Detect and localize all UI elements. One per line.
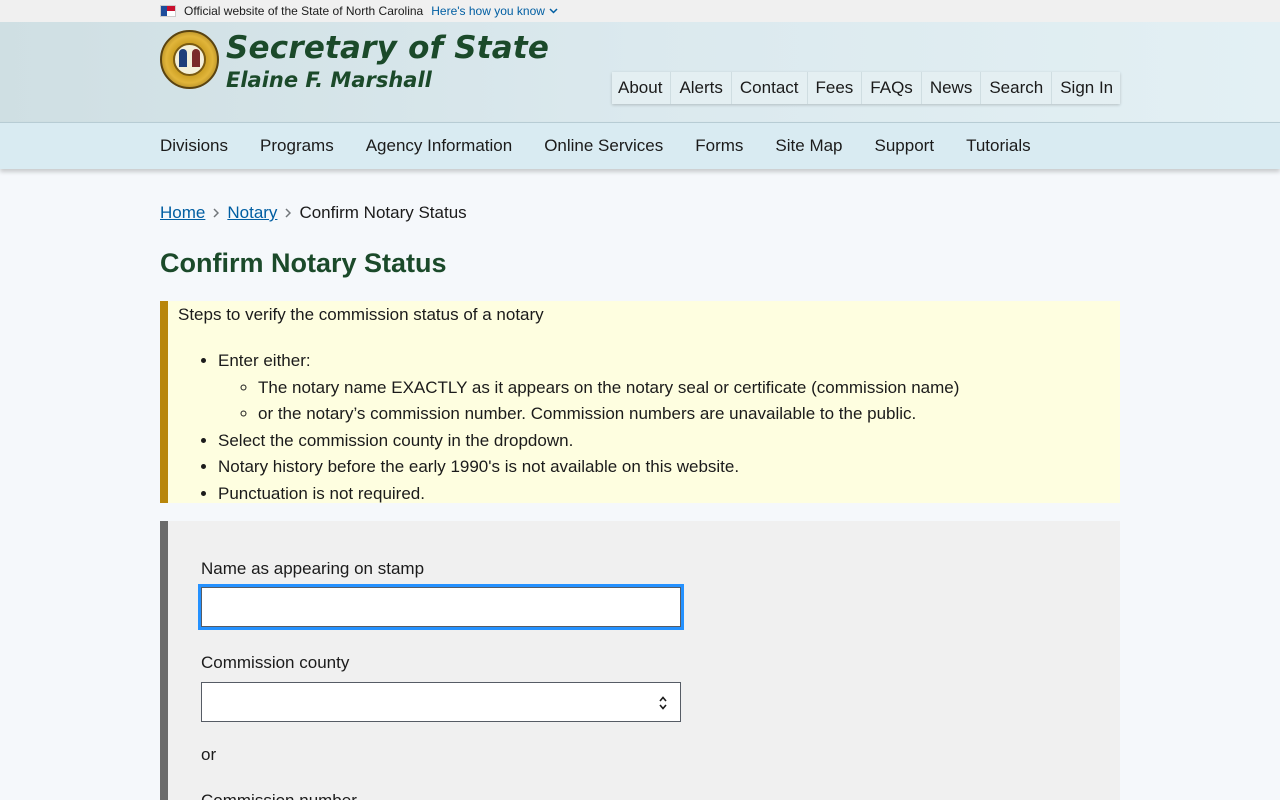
main-nav-programs[interactable]: Programs bbox=[260, 123, 334, 169]
instructions-list: Enter either: The notary name EXACTLY as… bbox=[178, 348, 1110, 507]
breadcrumb: Home Notary Confirm Notary Status bbox=[160, 202, 467, 224]
util-nav-fees[interactable]: Fees bbox=[808, 72, 863, 104]
util-nav-faqs[interactable]: FAQs bbox=[862, 72, 922, 104]
list-item: Enter either: The notary name EXACTLY as… bbox=[218, 348, 1110, 428]
breadcrumb-home[interactable]: Home bbox=[160, 203, 205, 223]
how-you-know-label: Here's how you know bbox=[431, 4, 545, 18]
page-title: Confirm Notary Status bbox=[160, 248, 447, 278]
chevron-right-icon bbox=[213, 208, 220, 218]
main-nav: Divisions Programs Agency Information On… bbox=[0, 122, 1280, 169]
select-arrows-icon bbox=[659, 696, 667, 710]
main-nav-online-services[interactable]: Online Services bbox=[544, 123, 663, 169]
nc-state-seal-icon[interactable] bbox=[160, 30, 219, 89]
list-item: Punctuation is not required. bbox=[218, 481, 1110, 508]
util-nav-sign-in[interactable]: Sign In bbox=[1052, 72, 1115, 104]
site-header: Secretary of State Elaine F. Marshall Ab… bbox=[0, 22, 1280, 122]
list-item: The notary name EXACTLY as it appears on… bbox=[258, 375, 1110, 402]
chevron-right-icon bbox=[285, 208, 292, 218]
main-nav-divisions[interactable]: Divisions bbox=[160, 123, 228, 169]
official-banner: Official website of the State of North C… bbox=[0, 0, 1280, 22]
main-nav-site-map[interactable]: Site Map bbox=[775, 123, 842, 169]
list-item: Notary history before the early 1990's i… bbox=[218, 454, 1110, 481]
utility-nav: About Alerts Contact Fees FAQs News Sear… bbox=[612, 72, 1120, 104]
list-item: or the notary’s commission number. Commi… bbox=[258, 401, 1110, 428]
instructions-intro: Steps to verify the commission status of… bbox=[178, 305, 544, 324]
county-field-label: Commission county bbox=[201, 653, 350, 672]
main-nav-agency-information[interactable]: Agency Information bbox=[366, 123, 512, 169]
name-on-stamp-input[interactable] bbox=[198, 584, 684, 630]
main-nav-tutorials[interactable]: Tutorials bbox=[966, 123, 1031, 169]
chevron-down-icon bbox=[549, 8, 558, 14]
util-nav-search[interactable]: Search bbox=[981, 72, 1053, 104]
commission-number-label: Commission number bbox=[201, 791, 357, 800]
breadcrumb-current: Confirm Notary Status bbox=[299, 203, 467, 222]
official-text: Official website of the State of North C… bbox=[184, 4, 424, 18]
util-nav-contact[interactable]: Contact bbox=[732, 72, 808, 104]
or-separator: or bbox=[201, 745, 217, 764]
commission-county-select[interactable] bbox=[201, 682, 681, 722]
util-nav-alerts[interactable]: Alerts bbox=[671, 72, 732, 104]
util-nav-news[interactable]: News bbox=[922, 72, 982, 104]
site-subtitle: Elaine F. Marshall bbox=[226, 68, 432, 92]
breadcrumb-notary[interactable]: Notary bbox=[227, 203, 277, 223]
nc-flag-icon bbox=[160, 5, 176, 17]
notary-search-form: Name as appearing on stamp Commission co… bbox=[160, 521, 1120, 800]
how-you-know-toggle[interactable]: Here's how you know bbox=[431, 4, 558, 18]
main-nav-support[interactable]: Support bbox=[875, 123, 935, 169]
list-item: Select the commission county in the drop… bbox=[218, 428, 1110, 455]
main-nav-forms[interactable]: Forms bbox=[695, 123, 743, 169]
site-title[interactable]: Secretary of State bbox=[226, 30, 549, 66]
util-nav-about[interactable]: About bbox=[612, 72, 672, 104]
instructions-box: Steps to verify the commission status of… bbox=[160, 301, 1120, 503]
name-field-label: Name as appearing on stamp bbox=[201, 559, 425, 578]
